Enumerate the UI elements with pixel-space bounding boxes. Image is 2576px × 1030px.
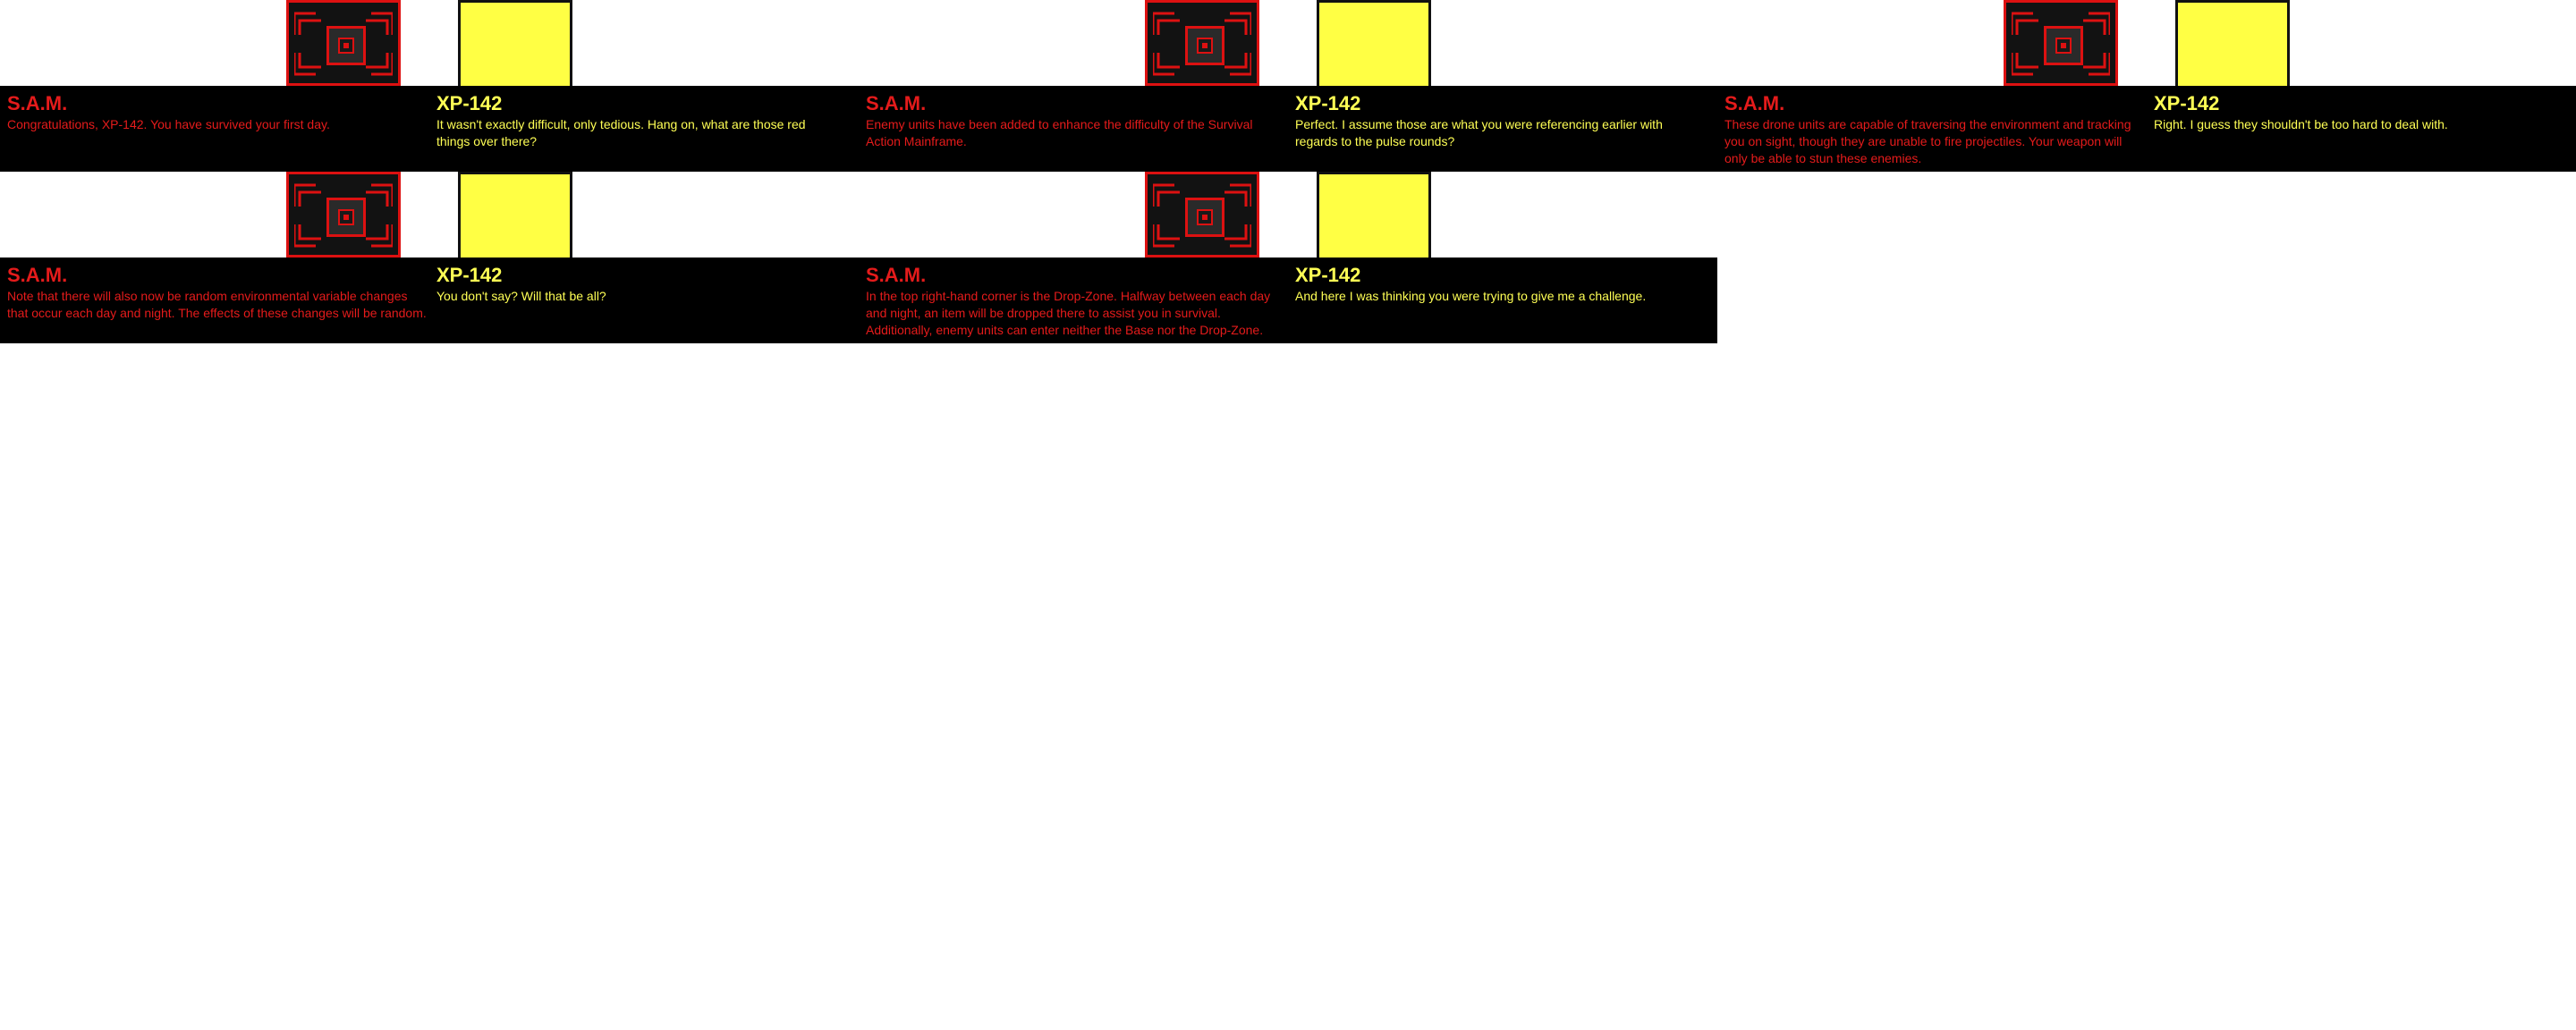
sam-robot-portrait-icon bbox=[1145, 172, 1259, 258]
sam-robot-portrait-icon bbox=[286, 172, 401, 258]
dialogue-box[interactable]: S.A.M. In the top right-hand corner is t… bbox=[859, 258, 1717, 343]
sam-speaker-name: S.A.M. bbox=[1724, 92, 1785, 114]
sam-dialogue-text: These drone units are capable of travers… bbox=[1724, 117, 2131, 165]
xp-142-portrait-icon bbox=[458, 172, 572, 258]
xp-dialogue-text: Perfect. I assume those are what you wer… bbox=[1295, 117, 1663, 148]
sam-speaker-name: S.A.M. bbox=[866, 92, 927, 114]
xp-dialogue-text: You don't say? Will that be all? bbox=[436, 289, 606, 303]
sam-robot-portrait-icon bbox=[2004, 0, 2118, 86]
xp-142-portrait-icon bbox=[2175, 0, 2290, 86]
xp-speaker-name: XP-142 bbox=[436, 264, 503, 286]
xp-speaker-name: XP-142 bbox=[1295, 92, 1361, 114]
xp-speaker-name: XP-142 bbox=[2154, 92, 2220, 114]
xp-142-portrait-icon bbox=[458, 0, 572, 86]
sam-robot-portrait-icon bbox=[1145, 0, 1259, 86]
sam-speaker-name: S.A.M. bbox=[866, 264, 927, 286]
xp-142-portrait-icon bbox=[1317, 0, 1431, 86]
dialogue-panel-3: S.A.M. These drone units are capable of … bbox=[1717, 0, 2576, 172]
dialogue-box[interactable]: S.A.M. These drone units are capable of … bbox=[1717, 86, 2576, 172]
dialogue-box[interactable]: S.A.M. Note that there will also now be … bbox=[0, 258, 859, 343]
xp-dialogue-text: It wasn't exactly difficult, only tediou… bbox=[436, 117, 806, 148]
xp-142-portrait-icon bbox=[1317, 172, 1431, 258]
dialogue-box[interactable]: S.A.M. Congratulations, XP-142. You have… bbox=[0, 86, 859, 172]
sam-dialogue-text: Note that there will also now be random … bbox=[7, 289, 427, 320]
dialogue-panel-5: S.A.M. In the top right-hand corner is t… bbox=[859, 172, 1717, 343]
sam-speaker-name: S.A.M. bbox=[7, 264, 68, 286]
sam-speaker-name: S.A.M. bbox=[7, 92, 68, 114]
sam-dialogue-text: Congratulations, XP-142. You have surviv… bbox=[7, 117, 330, 131]
dialogue-box[interactable]: S.A.M. Enemy units have been added to en… bbox=[859, 86, 1717, 172]
dialogue-panel-4: S.A.M. Note that there will also now be … bbox=[0, 172, 859, 343]
xp-dialogue-text: Right. I guess they shouldn't be too har… bbox=[2154, 117, 2448, 131]
dialogue-panel-1: S.A.M. Congratulations, XP-142. You have… bbox=[0, 0, 859, 172]
xp-speaker-name: XP-142 bbox=[436, 92, 503, 114]
xp-speaker-name: XP-142 bbox=[1295, 264, 1361, 286]
sam-dialogue-text: Enemy units have been added to enhance t… bbox=[866, 117, 1253, 148]
xp-dialogue-text: And here I was thinking you were trying … bbox=[1295, 289, 1647, 303]
sam-dialogue-text: In the top right-hand corner is the Drop… bbox=[866, 289, 1271, 337]
sam-robot-portrait-icon bbox=[286, 0, 401, 86]
dialogue-panel-2: S.A.M. Enemy units have been added to en… bbox=[859, 0, 1717, 172]
